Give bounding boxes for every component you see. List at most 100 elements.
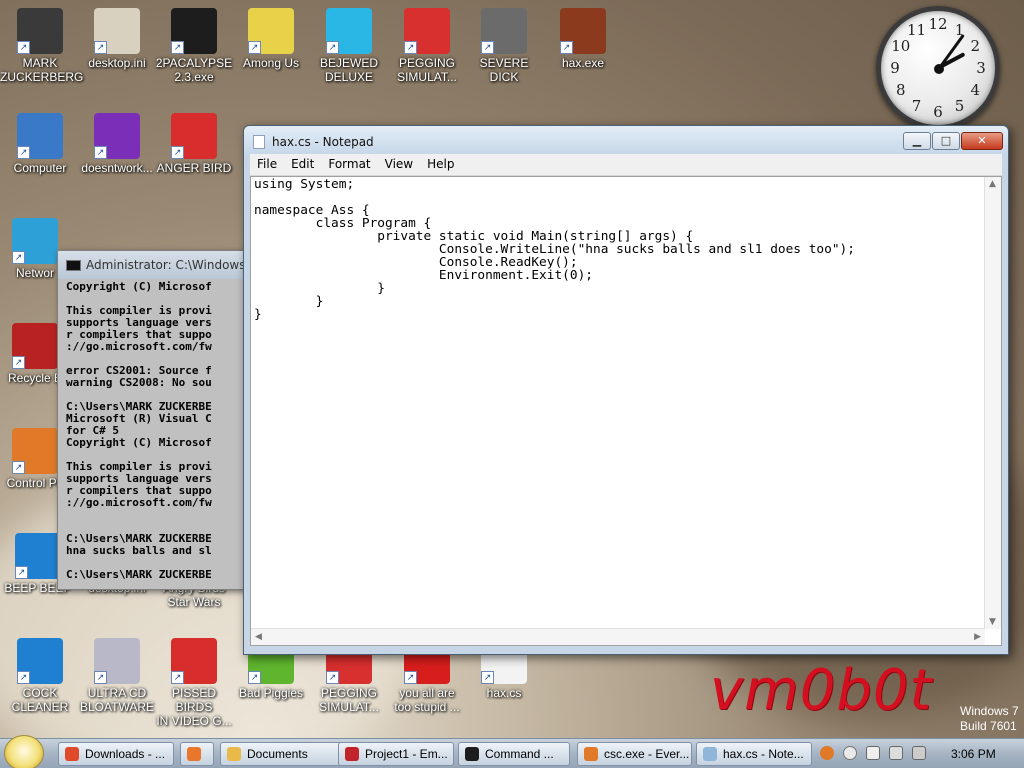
notepad-text[interactable]: using System; namespace Ass { class Prog… bbox=[254, 178, 984, 626]
start-button[interactable] bbox=[4, 735, 44, 768]
taskbar-clock[interactable]: 3:06 PM bbox=[951, 747, 996, 761]
search-icon[interactable] bbox=[820, 746, 834, 760]
desktop-icon-label: Bad Piggies bbox=[238, 686, 304, 700]
taskbar-button-label: Downloads - ... bbox=[85, 747, 166, 761]
action-center-icon[interactable] bbox=[866, 746, 880, 760]
console-icon bbox=[66, 260, 81, 271]
desktop-icon[interactable]: ↗ PISSED BIRDS IN VIDEO G... bbox=[154, 638, 234, 728]
desktop-icon[interactable]: ↗ 2PACALYPSE 2.3.exe bbox=[154, 8, 234, 84]
desktop-icon-label: doesntwork... bbox=[81, 161, 153, 175]
desktop-icon-image: ↗ bbox=[171, 8, 217, 54]
scroll-down-icon[interactable]: ▼ bbox=[989, 617, 996, 627]
desktop-icon[interactable]: ↗ Among Us bbox=[231, 8, 311, 70]
menu-file[interactable]: File bbox=[250, 154, 284, 174]
shortcut-arrow-icon: ↗ bbox=[404, 41, 417, 54]
menu-format[interactable]: Format bbox=[321, 154, 377, 174]
desktop-icon[interactable]: ↗ desktop.ini bbox=[77, 8, 157, 70]
desktop-icon[interactable]: ↗ ULTRA CD BLOATWARE bbox=[77, 638, 157, 714]
clock-hub bbox=[934, 64, 944, 74]
shortcut-arrow-icon: ↗ bbox=[12, 356, 25, 369]
clock-gadget[interactable]: 12 1 2 3 4 5 6 7 8 9 10 11 bbox=[876, 6, 1000, 130]
desktop-icon-label: COCK CLEANER bbox=[11, 686, 69, 714]
command-prompt-output[interactable]: Copyright (C) Microsof This compiler is … bbox=[66, 281, 242, 583]
shortcut-arrow-icon: ↗ bbox=[94, 146, 107, 159]
taskbar-app-icon bbox=[345, 747, 359, 761]
clock-minute-hand bbox=[938, 33, 965, 69]
shortcut-arrow-icon: ↗ bbox=[12, 461, 25, 474]
menu-help[interactable]: Help bbox=[420, 154, 461, 174]
maximize-button[interactable]: □ bbox=[932, 132, 960, 150]
command-prompt-window[interactable]: Administrator: C:\Windows\sy Copyright (… bbox=[57, 250, 247, 590]
clock-number: 11 bbox=[906, 20, 927, 39]
clock-number: 12 bbox=[928, 15, 948, 33]
desktop-icon-label: hax.exe bbox=[561, 56, 605, 70]
notepad-menubar: File Edit Format View Help bbox=[250, 154, 1002, 176]
command-prompt-titlebar[interactable]: Administrator: C:\Windows\sy bbox=[58, 251, 246, 279]
menu-view[interactable]: View bbox=[378, 154, 420, 174]
desktop-icon-label: you all are too stupid ... bbox=[394, 686, 460, 714]
shortcut-arrow-icon: ↗ bbox=[17, 41, 30, 54]
smiley-tray-icon[interactable] bbox=[843, 746, 857, 760]
desktop-icon[interactable]: ↗ PEGGING SIMULAT... bbox=[387, 8, 467, 84]
scroll-right-icon[interactable]: ▶ bbox=[974, 632, 981, 642]
shortcut-arrow-icon: ↗ bbox=[481, 41, 494, 54]
close-button[interactable]: ✕ bbox=[961, 132, 1003, 150]
desktop-icon-image: ↗ bbox=[12, 323, 58, 369]
desktop-icon[interactable]: ↗ doesntwork... bbox=[77, 113, 157, 175]
taskbar-button[interactable]: Downloads - ... bbox=[58, 742, 174, 766]
scroll-up-icon[interactable]: ▲ bbox=[989, 179, 996, 189]
shortcut-arrow-icon: ↗ bbox=[94, 671, 107, 684]
clock-number: 8 bbox=[895, 81, 906, 99]
scroll-left-icon[interactable]: ◀ bbox=[255, 632, 262, 642]
desktop-icon-label: 2PACALYPSE 2.3.exe bbox=[155, 56, 233, 84]
maximize-icon: □ bbox=[940, 134, 952, 147]
horizontal-scrollbar[interactable]: ◀ ▶ bbox=[251, 628, 985, 645]
taskbar: Downloads - ... Documents Project1 - Em...… bbox=[0, 735, 1024, 768]
shortcut-arrow-icon: ↗ bbox=[248, 41, 261, 54]
clock-number: 5 bbox=[954, 97, 965, 116]
watermark-text: vm0b0t bbox=[710, 658, 933, 723]
desktop-icon-image: ↗ bbox=[12, 428, 58, 474]
desktop-icon[interactable]: ↗ ANGER BIRD bbox=[154, 113, 234, 175]
os-version-text: Windows 7 Build 7601 bbox=[960, 704, 1019, 734]
desktop-icon[interactable]: ↗ SEVERE DICK bbox=[464, 8, 544, 84]
taskbar-button[interactable]: Project1 - Em... bbox=[338, 742, 454, 766]
notepad-editor[interactable]: using System; namespace Ass { class Prog… bbox=[250, 176, 1002, 646]
desktop-icon[interactable]: ↗ Computer bbox=[0, 113, 80, 175]
desktop-icon-image: ↗ bbox=[171, 113, 217, 159]
command-prompt-title: Administrator: C:\Windows\sy bbox=[86, 258, 246, 272]
desktop-icon-image: ↗ bbox=[15, 533, 61, 579]
clock-number: 3 bbox=[976, 59, 986, 77]
taskbar-button[interactable]: hax.cs - Note... bbox=[696, 742, 812, 766]
menu-edit[interactable]: Edit bbox=[284, 154, 321, 174]
vertical-scrollbar[interactable]: ▲ ▼ bbox=[984, 177, 1001, 629]
desktop-icon[interactable]: ↗ hax.exe bbox=[543, 8, 623, 70]
desktop-icon[interactable]: ↗ COCK CLEANER bbox=[0, 638, 80, 714]
desktop-icon[interactable]: ↗ MARK ZUCKERBERG bbox=[0, 8, 83, 84]
volume-icon[interactable] bbox=[912, 746, 926, 760]
notepad-icon bbox=[253, 135, 265, 149]
taskbar-app-icon bbox=[465, 747, 479, 761]
shortcut-arrow-icon: ↗ bbox=[326, 41, 339, 54]
desktop-icon-image: ↗ bbox=[17, 8, 63, 54]
taskbar-button-label: hax.cs - Note... bbox=[723, 747, 804, 761]
shortcut-arrow-icon: ↗ bbox=[171, 671, 184, 684]
taskbar-button-label: Project1 - Em... bbox=[365, 747, 448, 761]
desktop-icon-image: ↗ bbox=[248, 8, 294, 54]
desktop-icon-label: ANGER BIRD bbox=[156, 161, 232, 175]
minimize-button[interactable]: ▁ bbox=[903, 132, 931, 150]
network-icon[interactable] bbox=[889, 746, 903, 760]
taskbar-button[interactable]: Command ... bbox=[458, 742, 570, 766]
taskbar-button[interactable] bbox=[180, 742, 214, 766]
shortcut-arrow-icon: ↗ bbox=[560, 41, 573, 54]
desktop-icon-image: ↗ bbox=[481, 8, 527, 54]
notepad-window[interactable]: hax.cs - Notepad ▁ □ ✕ File Edit Format Vie… bbox=[243, 125, 1009, 655]
clock-number: 7 bbox=[911, 97, 922, 116]
clock-number: 6 bbox=[933, 103, 943, 121]
desktop-icon[interactable]: ↗ BEJEWED DELUXE bbox=[309, 8, 389, 84]
clock-number: 9 bbox=[890, 59, 900, 77]
taskbar-button[interactable]: csc.exe - Ever... bbox=[577, 742, 692, 766]
shortcut-arrow-icon: ↗ bbox=[12, 251, 25, 264]
notepad-titlebar[interactable]: hax.cs - Notepad ▁ □ ✕ bbox=[244, 126, 1008, 156]
clock-number: 2 bbox=[970, 37, 980, 55]
